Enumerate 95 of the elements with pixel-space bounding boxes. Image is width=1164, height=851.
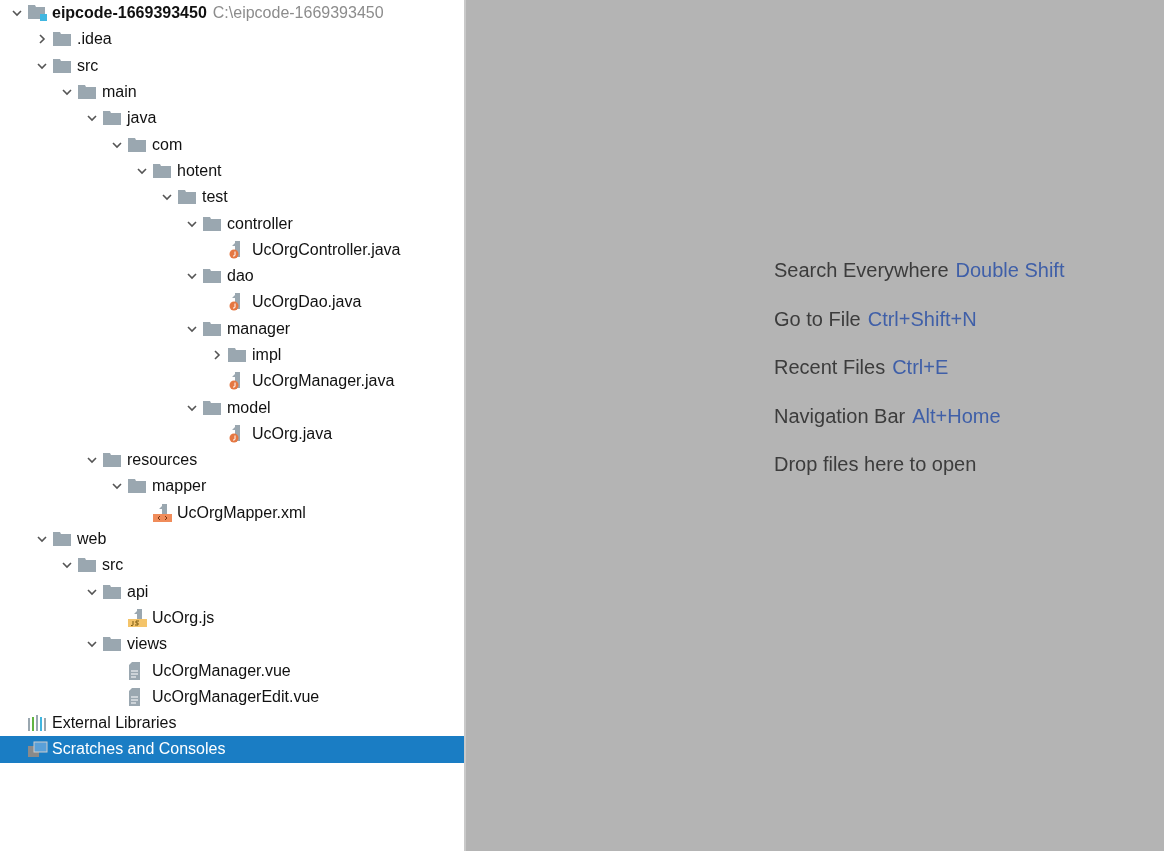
folder-icon xyxy=(203,321,221,336)
javascript-file-icon xyxy=(128,608,148,627)
text-file-icon xyxy=(128,687,142,706)
item-label: api xyxy=(127,582,149,601)
tree-item[interactable]: src xyxy=(0,52,464,79)
project-path: C:\eipcode-1669393450 xyxy=(212,4,384,23)
item-label: manager xyxy=(227,319,291,338)
item-label: hotent xyxy=(177,161,222,180)
tree-item[interactable]: UcOrgManager.vue xyxy=(0,657,464,684)
item-label: mapper xyxy=(152,477,207,496)
folder-icon xyxy=(103,111,121,126)
tree-item[interactable]: manager xyxy=(0,315,464,342)
folder-icon xyxy=(153,163,171,178)
shortcut-text: Ctrl+E xyxy=(892,355,949,380)
item-label: .idea xyxy=(77,30,112,49)
chevron-right-icon[interactable] xyxy=(211,349,223,361)
item-label: UcOrgMapper.xml xyxy=(177,503,306,522)
tree-item[interactable]: UcOrgDao.java xyxy=(0,289,464,316)
tree-item[interactable]: com xyxy=(0,131,464,158)
tree-item[interactable]: resources xyxy=(0,447,464,474)
tree-item[interactable]: controller xyxy=(0,210,464,237)
tree-item[interactable]: UcOrgController.java xyxy=(0,236,464,263)
project-folder-icon xyxy=(28,5,48,22)
folder-icon xyxy=(128,137,146,152)
folder-icon xyxy=(78,558,96,573)
hint-label: Go to File xyxy=(774,306,861,332)
folder-icon xyxy=(103,584,121,599)
item-label: src xyxy=(102,556,124,575)
item-label: Scratches and Consoles xyxy=(52,740,226,759)
tree-item[interactable]: main xyxy=(0,78,464,106)
item-label: main xyxy=(102,83,137,102)
tree-item[interactable]: impl xyxy=(0,341,464,369)
folder-icon xyxy=(53,58,71,73)
hint-label: Drop files here to open xyxy=(774,452,977,477)
item-label: UcOrgManager.vue xyxy=(152,661,291,680)
item-label: test xyxy=(202,188,228,207)
item-label: eipcode-1669393450 xyxy=(52,4,207,23)
tree-item[interactable]: UcOrgManager.java xyxy=(0,368,464,395)
item-label: impl xyxy=(252,346,282,364)
shortcut-text: Double Shift xyxy=(955,258,1065,283)
tree-item[interactable]: views xyxy=(0,631,464,658)
hint-label: Navigation Bar xyxy=(774,403,906,429)
tree-item[interactable]: Scratches and Consoles xyxy=(0,736,464,763)
tree-item[interactable]: UcOrgManagerEdit.vue xyxy=(0,683,464,710)
tree-item[interactable]: api xyxy=(0,578,464,605)
item-label: src xyxy=(77,56,99,75)
hint-label: Search Everywhere xyxy=(774,258,949,283)
item-label: UcOrgManager.java xyxy=(252,372,395,391)
item-label: UcOrgDao.java xyxy=(252,293,362,312)
folder-icon xyxy=(103,637,121,652)
tree-item[interactable]: mapper xyxy=(0,473,464,500)
libraries-icon xyxy=(28,715,48,732)
tree-item[interactable]: eipcode-1669393450 C:\eipcode-1669393450 xyxy=(0,0,464,27)
tree-item[interactable]: test xyxy=(0,184,464,211)
chevron-right-icon[interactable] xyxy=(36,33,48,46)
tree-item[interactable]: dao xyxy=(0,262,464,290)
tree-item[interactable]: UcOrg.js xyxy=(0,604,464,632)
item-label: com xyxy=(152,135,183,154)
tree-item[interactable]: hotent xyxy=(0,157,464,185)
folder-icon xyxy=(53,32,71,47)
shortcut-text: Ctrl+Shift+N xyxy=(867,306,977,332)
folder-icon xyxy=(203,269,221,284)
shortcut-text: Alt+Home xyxy=(912,403,1001,429)
item-label: java xyxy=(127,109,157,128)
xml-file-icon xyxy=(153,503,173,522)
hint-label: Recent Files xyxy=(774,355,886,380)
tree-item[interactable]: .idea xyxy=(0,26,464,53)
folder-icon xyxy=(228,348,246,362)
item-label: resources xyxy=(127,451,198,470)
item-label: controller xyxy=(227,214,293,233)
tree-item[interactable]: External Libraries xyxy=(0,710,464,737)
folder-icon xyxy=(178,190,196,205)
tree-item[interactable]: model xyxy=(0,394,464,421)
folder-icon xyxy=(53,532,71,547)
folder-icon xyxy=(78,85,96,100)
item-label: UcOrgManagerEdit.vue xyxy=(152,687,320,706)
item-label: dao xyxy=(227,267,254,286)
tree-item[interactable]: src xyxy=(0,552,464,579)
item-label: web xyxy=(77,530,107,549)
folder-icon xyxy=(203,216,221,231)
item-label: model xyxy=(227,398,271,417)
tree-item[interactable]: UcOrg.java xyxy=(0,420,464,448)
item-label: External Libraries xyxy=(52,714,177,733)
folder-icon xyxy=(103,453,121,468)
scratches-icon xyxy=(28,741,48,758)
folder-icon xyxy=(128,479,146,494)
tree-item[interactable]: java xyxy=(0,105,464,132)
item-label: UcOrg.java xyxy=(252,424,333,443)
tree-item[interactable]: web xyxy=(0,525,464,553)
tree-item[interactable]: UcOrgMapper.xml xyxy=(0,499,464,526)
item-label: views xyxy=(127,635,167,654)
text-file-icon xyxy=(128,661,142,680)
item-label: UcOrg.js xyxy=(152,608,215,627)
item-label: UcOrgController.java xyxy=(252,240,401,259)
folder-icon xyxy=(203,400,221,415)
